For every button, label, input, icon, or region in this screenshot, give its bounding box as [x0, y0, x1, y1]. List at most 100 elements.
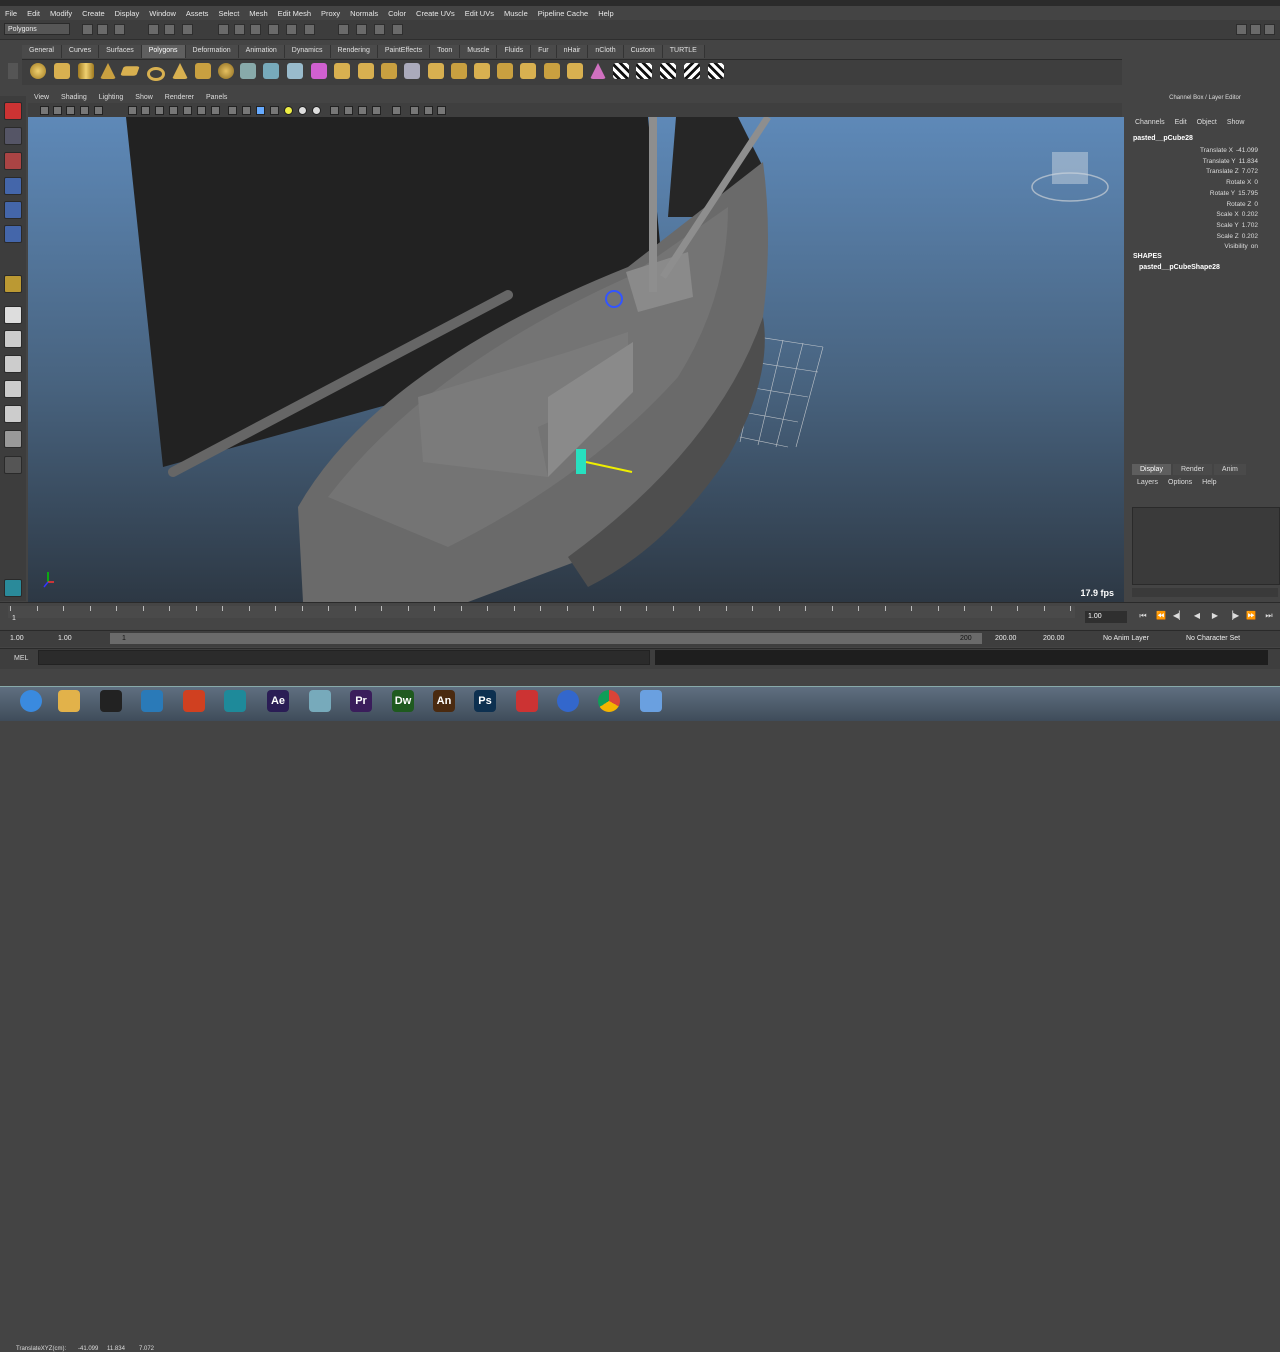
panel-menu-item[interactable]: Lighting [93, 94, 130, 101]
channel-attribute[interactable]: Visibility on [1224, 243, 1258, 250]
go-to-start-icon[interactable]: ⏮ [1134, 611, 1152, 621]
uv-spherical-icon[interactable] [684, 63, 700, 79]
camera-attributes-icon[interactable] [53, 106, 62, 115]
snap-plane-icon[interactable] [268, 24, 279, 35]
shelf-tab[interactable]: Toon [430, 45, 461, 58]
file-explorer-icon[interactable] [58, 690, 80, 712]
persp-outliner-layout-icon[interactable] [4, 355, 22, 373]
extrude-icon[interactable] [334, 63, 350, 79]
character-set-select[interactable]: No Character Set [1186, 633, 1240, 644]
shelf-tab[interactable]: TURTLE [662, 45, 705, 58]
insert-edge-loop-icon[interactable] [451, 63, 467, 79]
backface-culling-icon[interactable] [424, 106, 433, 115]
menu-item[interactable]: Edit [22, 9, 45, 18]
channel-box-menu-item[interactable]: Channels [1130, 119, 1170, 126]
shelf-tab[interactable]: PaintEffects [377, 45, 431, 58]
menu-item[interactable]: Window [144, 9, 181, 18]
lasso-tool-icon[interactable] [4, 127, 22, 145]
current-time-field[interactable]: 1.00 [1085, 611, 1127, 623]
app-icon-2[interactable] [141, 690, 163, 712]
history-icon[interactable] [304, 24, 315, 35]
menu-item[interactable]: Modify [45, 9, 77, 18]
layer-editor-tab[interactable]: Display [1132, 464, 1171, 475]
channel-attribute[interactable]: Rotate Z0 [1226, 201, 1258, 208]
ipr-render-icon[interactable] [356, 24, 367, 35]
attribute-value[interactable]: 0.202 [1242, 211, 1258, 218]
shelf-tab[interactable]: Surfaces [99, 45, 142, 58]
start-button-icon[interactable] [20, 690, 42, 712]
menu-item[interactable]: Proxy [316, 9, 345, 18]
shelf-tab[interactable]: Dynamics [284, 45, 331, 58]
layer-scrollbar[interactable] [1132, 588, 1278, 597]
merge-icon[interactable] [544, 63, 560, 79]
shelf-tab[interactable]: Fluids [497, 45, 532, 58]
offset-edge-loop-icon[interactable] [474, 63, 490, 79]
persp-graph-layout-icon[interactable] [4, 380, 22, 398]
scale-tool-icon[interactable] [4, 225, 22, 243]
paint-select-tool-icon[interactable] [4, 152, 22, 170]
select-object-icon[interactable] [164, 24, 175, 35]
object-name[interactable]: pasted__pCube28 [1133, 135, 1193, 142]
motion-blur-icon[interactable] [330, 106, 339, 115]
snap-point-icon[interactable] [250, 24, 261, 35]
taskbar-app-icon[interactable]: Ae [267, 690, 289, 712]
select-component-icon[interactable] [182, 24, 193, 35]
channel-attribute[interactable]: Translate Z 7.072 [1206, 168, 1258, 175]
two-d-pan-zoom-icon[interactable] [94, 106, 103, 115]
app-icon-3[interactable] [183, 690, 205, 712]
new-scene-icon[interactable] [82, 24, 93, 35]
collapse-icon[interactable] [567, 63, 583, 79]
app-icon-6[interactable] [557, 690, 579, 712]
uv-automatic-icon[interactable] [708, 63, 724, 79]
layer-editor-menu-item[interactable]: Help [1197, 479, 1221, 486]
menu-item[interactable]: Help [593, 9, 618, 18]
go-to-end-icon[interactable]: ⏭ [1260, 611, 1278, 621]
layer-editor-tab[interactable]: Render [1172, 464, 1212, 475]
maya-taskbar-icon[interactable] [224, 690, 246, 712]
film-gate-icon[interactable] [141, 106, 150, 115]
make-live-icon[interactable] [286, 24, 297, 35]
channel-box-menu-item[interactable]: Show [1222, 119, 1250, 126]
shelf-tab[interactable]: Deformation [185, 45, 239, 58]
save-scene-icon[interactable] [114, 24, 125, 35]
attribute-value[interactable]: 11.834 [1239, 158, 1258, 165]
menu-item[interactable]: Edit Mesh [273, 9, 316, 18]
select-camera-icon[interactable] [40, 106, 49, 115]
attribute-value[interactable]: -41.099 [1236, 147, 1258, 154]
render-frame-icon[interactable] [338, 24, 349, 35]
layer-list[interactable] [1132, 507, 1280, 585]
anim-end-field[interactable]: 200.00 [1043, 633, 1064, 644]
rotate-tool-icon[interactable] [4, 201, 22, 219]
attribute-value[interactable]: on [1251, 243, 1258, 250]
shelf-menu-icon[interactable] [8, 63, 18, 79]
four-view-layout-icon[interactable] [4, 330, 22, 348]
shelf-tab[interactable]: General [22, 45, 62, 58]
attribute-value[interactable]: 0 [1254, 201, 1258, 208]
poke-icon[interactable] [520, 63, 536, 79]
poly-cube-icon[interactable] [54, 63, 70, 79]
screen-space-ao-icon[interactable] [312, 106, 321, 115]
smooth-shade-icon[interactable] [242, 106, 251, 115]
channel-attribute[interactable]: Scale Z 0.202 [1217, 233, 1258, 240]
snap-grid-icon[interactable] [218, 24, 229, 35]
mel-input[interactable] [38, 650, 650, 665]
open-scene-icon[interactable] [97, 24, 108, 35]
append-polygon-icon[interactable] [381, 63, 397, 79]
panel-menu-item[interactable]: Show [129, 94, 159, 101]
channel-attribute[interactable]: Scale Y 1.702 [1216, 222, 1258, 229]
combine-icon[interactable] [240, 63, 256, 79]
menu-item[interactable]: Color [383, 9, 411, 18]
range-track[interactable] [110, 633, 982, 644]
playback-end-field[interactable]: 200.00 [995, 633, 1016, 644]
poly-helix-icon[interactable] [218, 63, 234, 79]
channel-box-menu-item[interactable]: Edit [1170, 119, 1192, 126]
menu-item[interactable]: Edit UVs [460, 9, 499, 18]
safe-title-icon[interactable] [211, 106, 220, 115]
menu-item[interactable]: Assets [181, 9, 214, 18]
step-back-frame-icon[interactable]: ◀▏ [1170, 611, 1188, 621]
xray-joints-icon[interactable] [410, 106, 419, 115]
play-forward-icon[interactable]: ▶ [1206, 611, 1224, 621]
poly-cylinder-icon[interactable] [78, 63, 94, 79]
taskbar-app-icon[interactable]: Dw [392, 690, 414, 712]
menu-item[interactable]: Muscle [499, 9, 533, 18]
